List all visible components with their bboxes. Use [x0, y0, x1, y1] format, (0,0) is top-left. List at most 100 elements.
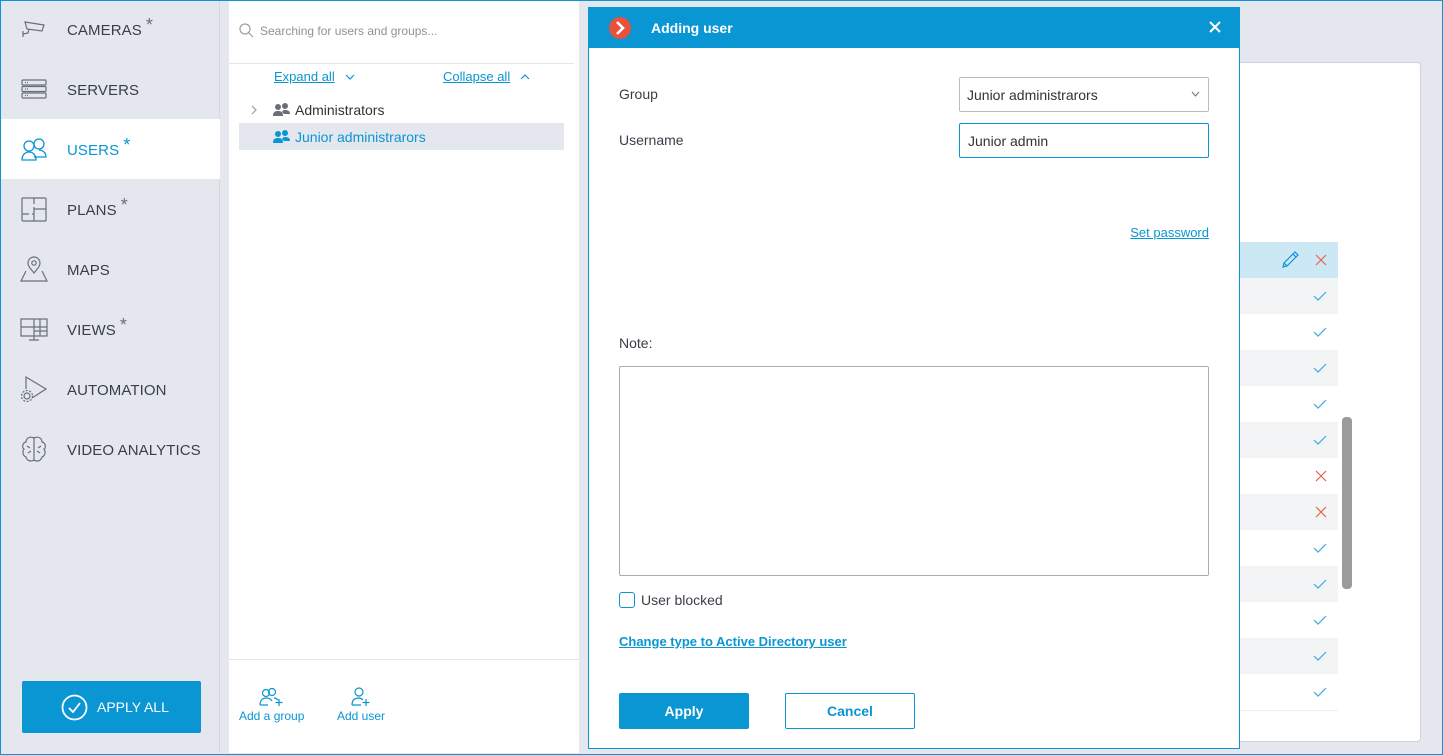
- check-icon: [1313, 325, 1327, 343]
- user-blocked-checkbox[interactable]: [619, 592, 635, 608]
- brain-icon: [22, 436, 46, 462]
- check-icon: [1313, 361, 1327, 379]
- check-icon: [1313, 613, 1327, 631]
- permission-row: [1239, 638, 1338, 674]
- tree-group-label: Junior administrarors: [295, 128, 426, 145]
- search-icon: [239, 23, 254, 38]
- username-input[interactable]: [959, 123, 1209, 158]
- camera-icon: [22, 21, 45, 37]
- chevron-down-icon: [345, 74, 355, 80]
- sidebar-item-label: PLANS: [67, 201, 117, 219]
- change-type-ad-link[interactable]: Change type to Active Directory user: [619, 634, 847, 649]
- sidebar-item-automation[interactable]: AUTOMATION: [1, 359, 220, 419]
- permission-row: [1239, 566, 1338, 602]
- expand-all-link[interactable]: Expand all: [274, 69, 355, 84]
- users-icon: [21, 138, 47, 161]
- chevron-down-icon: [1191, 91, 1200, 97]
- check-icon: [1313, 685, 1327, 703]
- sidebar-item-maps[interactable]: MAPS: [1, 239, 220, 299]
- automation-gear-icon: [20, 375, 48, 403]
- collapse-all-link[interactable]: Collapse all: [443, 69, 530, 84]
- sidebar-item-label: USERS: [67, 141, 120, 159]
- adding-user-dialog: Adding user Group Junior administrarors …: [588, 7, 1240, 749]
- sidebar-item-plans[interactable]: PLANS *: [1, 179, 220, 239]
- permission-row: [1239, 314, 1338, 350]
- divider: [229, 659, 579, 660]
- sidebar-item-views[interactable]: VIEWS *: [1, 299, 220, 359]
- apply-all-label: APPLY ALL: [97, 699, 169, 715]
- add-group-button[interactable]: Add a group: [239, 687, 304, 723]
- permission-row: [1239, 602, 1338, 638]
- search-box[interactable]: [239, 23, 560, 38]
- sidebar-item-users[interactable]: USERS *: [1, 119, 220, 179]
- set-password-link[interactable]: Set password: [1130, 225, 1209, 240]
- add-user-icon: [351, 687, 370, 706]
- close-icon[interactable]: [1209, 21, 1221, 33]
- check-circle-icon: [61, 694, 88, 721]
- tree-group-administrators[interactable]: Administrators: [239, 96, 564, 123]
- group-label: Group: [619, 86, 658, 102]
- note-label: Note:: [619, 335, 653, 351]
- sidebar-item-label: CAMERAS: [67, 21, 142, 39]
- sidebar-item-label: VIDEO ANALYTICS: [67, 441, 201, 459]
- divider: [229, 63, 574, 64]
- delete-icon[interactable]: [1315, 253, 1327, 271]
- add-user-button[interactable]: Add user: [337, 687, 385, 723]
- permission-row: [1239, 674, 1338, 710]
- dialog-header: Adding user: [589, 8, 1239, 48]
- permission-row: [1239, 386, 1338, 422]
- plan-icon: [21, 197, 47, 222]
- tree-group-label: Administrators: [295, 101, 385, 118]
- user-blocked-checkbox-row[interactable]: User blocked: [619, 592, 723, 608]
- group-select-value: Junior administrarors: [967, 86, 1098, 103]
- permissions-table-header-row: [1239, 242, 1338, 278]
- check-icon: [1313, 541, 1327, 559]
- check-icon: [1313, 397, 1327, 415]
- collapse-all-label: Collapse all: [443, 69, 511, 84]
- modified-star: *: [145, 14, 153, 35]
- permission-row: [1239, 494, 1338, 530]
- apply-button[interactable]: Apply: [619, 693, 749, 729]
- chevron-right-icon[interactable]: [251, 105, 257, 115]
- search-input[interactable]: [260, 23, 560, 38]
- cross-icon: [1315, 505, 1327, 523]
- permission-row: [1239, 458, 1338, 494]
- cancel-button[interactable]: Cancel: [785, 693, 915, 729]
- add-group-icon: [259, 687, 283, 706]
- sidebar-item-cameras[interactable]: CAMERAS *: [1, 0, 220, 59]
- dialog-title: Adding user: [651, 20, 733, 36]
- sidebar-item-label: MAPS: [67, 261, 110, 279]
- pencil-icon[interactable]: [1280, 251, 1300, 274]
- modified-star: *: [123, 134, 131, 155]
- map-pin-icon: [20, 256, 48, 282]
- users-tree-panel: Expand all Collapse all Administrators J…: [229, 1, 579, 753]
- group-select[interactable]: Junior administrarors: [959, 77, 1209, 112]
- sidebar-item-label: VIEWS: [67, 321, 116, 339]
- sidebar-item-servers[interactable]: SERVERS: [1, 59, 220, 119]
- check-icon: [1313, 577, 1327, 595]
- server-icon: [21, 79, 47, 99]
- permission-row: [1239, 350, 1338, 386]
- expand-all-label: Expand all: [274, 69, 335, 84]
- check-icon: [1313, 289, 1327, 307]
- sidebar: CAMERAS * SERVERS USERS * PLANS * MAPS VIEW…: [1, 1, 220, 753]
- divider: [1239, 710, 1338, 711]
- add-user-label: Add user: [337, 709, 386, 723]
- user-blocked-label: User blocked: [641, 592, 723, 608]
- note-textarea[interactable]: [619, 366, 1209, 576]
- scrollbar[interactable]: [1342, 417, 1352, 589]
- apply-all-button[interactable]: APPLY ALL: [22, 681, 201, 733]
- permission-row: [1239, 530, 1338, 566]
- check-icon: [1313, 433, 1327, 451]
- app-logo-icon: [609, 17, 631, 39]
- modified-star: *: [120, 194, 128, 215]
- tree-group-junior-administrators[interactable]: Junior administrarors: [239, 123, 564, 150]
- permission-row: [1239, 422, 1338, 458]
- group-icon: [273, 102, 290, 116]
- sidebar-item-video-analytics[interactable]: VIDEO ANALYTICS: [1, 419, 220, 479]
- sidebar-item-label: SERVERS: [67, 81, 140, 99]
- cross-icon: [1315, 469, 1327, 487]
- username-label: Username: [619, 132, 684, 148]
- monitor-grid-icon: [20, 318, 48, 341]
- chevron-up-icon: [520, 73, 530, 79]
